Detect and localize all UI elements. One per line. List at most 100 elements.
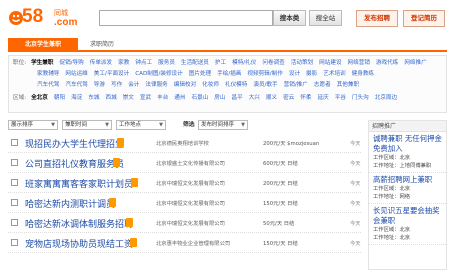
category-option[interactable]: 写作	[111, 82, 122, 88]
job-title-link[interactable]: 班家寓寓寓客客家职计划员	[25, 177, 133, 190]
category-option[interactable]: 游戏代练	[376, 60, 398, 66]
category-option[interactable]: 传单派发	[90, 60, 112, 66]
category-option[interactable]: 化妆师	[202, 82, 219, 88]
area-option[interactable]: 崇文	[123, 95, 134, 101]
tab-resume[interactable]: 求职简历	[82, 38, 122, 52]
filter-panel: 职位: 学生兼职 促销/导购 传单派发 家教 钟点工 服务员 生活配送员 护工 模特/礼仪 问卷调查…	[8, 55, 447, 113]
area-option[interactable]: 丰台	[157, 95, 168, 101]
area-option[interactable]: 宣武	[140, 95, 151, 101]
area-option[interactable]: 平谷	[335, 95, 346, 101]
row-checkbox[interactable]	[11, 139, 18, 146]
category-option[interactable]: 家教辅导	[37, 71, 59, 77]
category-option[interactable]: 编辑校对	[174, 82, 196, 88]
sidebar-title: 招聘推广	[369, 121, 446, 132]
site-logo[interactable]: 58 同城 .com	[8, 6, 86, 32]
category-option[interactable]: 其他兼职	[337, 82, 359, 88]
category-option[interactable]: 服务员	[158, 60, 175, 66]
promo-title-link[interactable]: 诚聘兼职 无任何押金免费加入	[373, 134, 442, 154]
sort-dropdown-label: 展示排序	[11, 122, 34, 128]
category-option[interactable]: 视频剪辑/制作	[247, 71, 282, 77]
area-option[interactable]: 顺义	[266, 95, 277, 101]
category-option[interactable]: 汽车代驾	[65, 82, 87, 88]
area-option[interactable]: 石景山	[192, 95, 209, 101]
category-option[interactable]: 图片处理	[189, 71, 211, 77]
area-option[interactable]: 海淀	[71, 95, 82, 101]
job-title-link[interactable]: 宠物店现场协助员现结工资	[25, 237, 133, 250]
category-option[interactable]: CAD制图/装修设计	[135, 71, 183, 77]
category-option[interactable]: 法律服务	[145, 82, 167, 88]
category-option[interactable]: 生活配送员	[181, 60, 209, 66]
category-option[interactable]: 摄影	[306, 71, 317, 77]
category-option[interactable]: 艺术培训	[323, 71, 345, 77]
promo-title-link[interactable]: 高薪招聘网上兼职	[373, 175, 442, 185]
table-row: 现招民办大学生代理招生 北京德民奥翔培训学校 200元/天 $mozjesuan 今天	[8, 133, 361, 153]
area-option[interactable]: 房山	[214, 95, 225, 101]
category-option[interactable]: 手绘/插画	[217, 71, 241, 77]
area-option[interactable]: 门头沟	[352, 95, 369, 101]
company-name: 北京中瑞恒文化发展有限公司	[156, 201, 225, 207]
row-checkbox[interactable]	[11, 179, 18, 186]
category-option[interactable]: 志愿者	[314, 82, 331, 88]
area-options: 朝阳 海淀 东城 西城 崇文 宣武 丰台 通州 石景山 房山 昌平 大兴 顺义 密云 怀柔 延庆 平谷 门头沟 北京…	[54, 95, 403, 101]
category-option[interactable]: 问卷调查	[262, 60, 284, 66]
type-dropdown-label: 兼职时间	[65, 122, 88, 128]
category-option[interactable]: 美工/平面设计	[94, 71, 129, 77]
category-option[interactable]: 网站建设	[319, 60, 341, 66]
row-checkbox[interactable]	[11, 239, 18, 246]
job-title-link[interactable]: 哈密达新冰调体制服务招聘	[25, 217, 133, 230]
job-title-link[interactable]: 公司直招礼仪教育服务员	[25, 157, 124, 170]
category-filter-row: 职位: 学生兼职 促销/导购 传单派发 家教 钟点工 服务员 生活配送员 护工 模特/礼仪 问卷调查…	[13, 59, 433, 68]
area-option[interactable]: 密云	[283, 95, 294, 101]
area-option[interactable]: 西城	[105, 95, 116, 101]
search-input[interactable]	[99, 10, 273, 26]
category-option[interactable]: 汽车代驾	[37, 82, 59, 88]
category-option[interactable]: 钟点工	[135, 60, 152, 66]
category-option[interactable]: 护工	[215, 60, 226, 66]
tab-student-parttime[interactable]: 北京学生兼职	[8, 38, 78, 52]
job-title-link[interactable]: 现招民办大学生代理招生	[25, 137, 124, 150]
search-site-button[interactable]: 搜全站	[309, 10, 342, 26]
category-option[interactable]: 演员/歌手	[253, 82, 277, 88]
area-filter-label: 区域:	[13, 95, 27, 101]
post-job-button[interactable]: 发布招聘	[356, 10, 398, 27]
job-title-link[interactable]: 哈密达新内测职计调员	[25, 197, 115, 210]
area-option[interactable]: 朝阳	[54, 95, 65, 101]
category-option[interactable]: 活动策划	[291, 60, 313, 66]
area-selected[interactable]: 全北京	[31, 95, 48, 101]
category-option[interactable]: 导游	[94, 82, 105, 88]
search-category-button[interactable]: 搜本类	[273, 10, 306, 26]
category-option[interactable]: 网络营销	[348, 60, 370, 66]
filter-button[interactable]: 筛选	[183, 120, 195, 130]
category-option[interactable]: 促销/导购	[59, 60, 83, 66]
order-dropdown[interactable]: 发布时间排序 ▼	[198, 120, 248, 130]
category-option[interactable]: 家教	[118, 60, 129, 66]
post-date: 今天	[350, 221, 361, 227]
category-options-3: 汽车代驾 汽车代驾 导游 写作 会计 法律服务 编辑校对 化妆师 礼仪模特 演员/歌手 营销/推广志…	[37, 82, 365, 88]
chevron-down-icon: ▼	[159, 122, 163, 128]
category-option[interactable]: 礼仪模特	[225, 82, 247, 88]
category-option[interactable]: 网络推广	[404, 60, 426, 66]
category-option[interactable]: 营销/推广	[284, 82, 308, 88]
promo-title-link[interactable]: 长见识五星要会抽奖会兼职	[373, 206, 442, 226]
category-option[interactable]: 设计	[289, 71, 300, 77]
location-dropdown[interactable]: 工作地点 ▼	[116, 120, 166, 130]
category-option[interactable]: 健身教练	[352, 71, 374, 77]
area-option[interactable]: 大兴	[249, 95, 260, 101]
area-option[interactable]: 延庆	[318, 95, 329, 101]
category-option[interactable]: 模特/礼仪	[232, 60, 256, 66]
area-option[interactable]: 东城	[88, 95, 99, 101]
sort-dropdown[interactable]: 展示排序 ▼	[8, 120, 58, 130]
area-option[interactable]: 怀柔	[300, 95, 311, 101]
category-option[interactable]: 网站运维	[65, 71, 87, 77]
chevron-down-icon: ▼	[241, 122, 245, 128]
register-resume-button[interactable]: 登记简历	[403, 10, 445, 27]
area-option[interactable]: 通州	[174, 95, 185, 101]
row-checkbox[interactable]	[11, 159, 18, 166]
row-checkbox[interactable]	[11, 219, 18, 226]
area-option[interactable]: 昌平	[232, 95, 243, 101]
area-option[interactable]: 北京周边	[375, 95, 397, 101]
category-selected[interactable]: 学生兼职	[31, 60, 53, 66]
type-dropdown[interactable]: 兼职时间 ▼	[62, 120, 112, 130]
category-option[interactable]: 会计	[128, 82, 139, 88]
row-checkbox[interactable]	[11, 199, 18, 206]
